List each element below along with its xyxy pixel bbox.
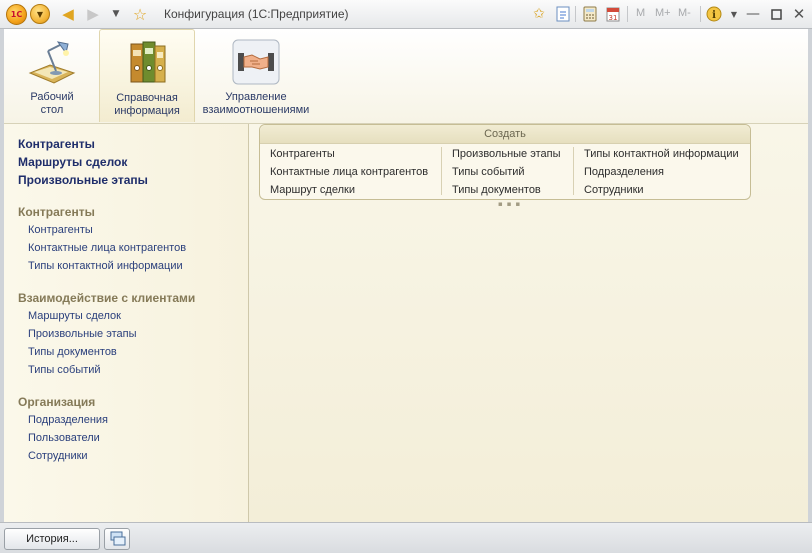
create-panel-resize-handle[interactable]: ▪▪▪: [498, 200, 524, 208]
calculator-icon[interactable]: [580, 4, 600, 24]
create-panel-title: Создать: [260, 125, 750, 144]
nav-pinned-counterparties[interactable]: Контрагенты: [18, 137, 95, 151]
nav-pinned-custom-stages[interactable]: Произвольные этапы: [18, 173, 148, 187]
create-panel: Создать Контрагенты Контактные лица конт…: [259, 124, 751, 200]
window-title: Конфигурация (1С:Предприятие): [164, 7, 349, 21]
create-contact-info-type-link[interactable]: Типы контактной информации: [584, 147, 739, 165]
favorites-star-icon[interactable]: ☆: [130, 4, 150, 24]
section-desktop-label-1: Рабочий: [30, 91, 74, 103]
create-column-1: Контрагенты Контактные лица контрагентов…: [270, 147, 428, 201]
calendar-icon[interactable]: 31: [603, 4, 623, 24]
create-event-type-link[interactable]: Типы событий: [452, 165, 561, 183]
create-column-3: Типы контактной информации Подразделения…: [584, 147, 739, 201]
add-favorite-icon[interactable]: ✩: [529, 4, 549, 24]
history-dropdown-icon[interactable]: ▼: [106, 4, 126, 24]
nav-link-contact-persons[interactable]: Контактные лица контрагентов: [28, 242, 186, 254]
forward-arrow-icon[interactable]: ▶: [83, 4, 103, 24]
back-arrow-icon[interactable]: ◀: [58, 4, 78, 24]
nav-link-users[interactable]: Пользователи: [28, 432, 100, 444]
nav-group-counterparties: Контрагенты: [18, 205, 95, 219]
handshake-icon: [230, 37, 282, 87]
nav-group-organization: Организация: [18, 395, 96, 409]
section-relations-label-2: взаимоотношениями: [202, 104, 310, 116]
history-button[interactable]: История...: [4, 528, 100, 550]
memory-m-button[interactable]: M: [636, 7, 645, 19]
create-department-link[interactable]: Подразделения: [584, 165, 739, 183]
section-reference-label-2: информация: [114, 105, 180, 117]
nav-link-document-types[interactable]: Типы документов: [28, 346, 117, 358]
links-icon[interactable]: [553, 4, 573, 24]
nav-link-event-types[interactable]: Типы событий: [28, 364, 101, 376]
desk-lamp-icon: [26, 37, 78, 87]
navigation-panel: Контрагенты Маршруты сделок Произвольные…: [4, 124, 249, 522]
section-desktop[interactable]: Рабочий стол: [10, 29, 94, 121]
nav-link-deal-routes[interactable]: Маршруты сделок: [28, 310, 121, 322]
app-logo-icon[interactable]: 1С: [6, 4, 27, 25]
main-menu-icon[interactable]: ▼: [30, 4, 50, 24]
create-document-type-link[interactable]: Типы документов: [452, 183, 561, 201]
nav-link-contact-info-types[interactable]: Типы контактной информации: [28, 260, 183, 272]
info-dropdown-icon[interactable]: ▼: [724, 4, 744, 24]
section-relations-label-1: Управление: [225, 91, 287, 103]
minimize-icon[interactable]: —: [743, 4, 763, 24]
create-deal-route-link[interactable]: Маршрут сделки: [270, 183, 428, 201]
section-reference-label-1: Справочная: [116, 92, 178, 104]
section-relations[interactable]: Управление взаимоотношениями: [198, 29, 314, 121]
close-icon[interactable]: ✕: [789, 4, 809, 24]
create-counterparty-link[interactable]: Контрагенты: [270, 147, 428, 165]
work-area: Создать Контрагенты Контактные лица конт…: [249, 124, 808, 522]
binders-icon: [121, 38, 173, 88]
section-panel: Рабочий стол Справочная информация Управ…: [4, 29, 808, 124]
svg-text:31: 31: [609, 14, 618, 22]
status-bar: История...: [0, 522, 812, 553]
windows-button[interactable]: [104, 528, 130, 550]
svg-text:i: i: [712, 10, 716, 21]
section-reference[interactable]: Справочная информация: [99, 29, 195, 122]
nav-link-counterparties[interactable]: Контрагенты: [28, 224, 93, 236]
create-column-2: Произвольные этапы Типы событий Типы док…: [452, 147, 561, 201]
info-icon[interactable]: i: [704, 4, 724, 24]
restore-icon[interactable]: [766, 4, 786, 24]
create-employee-link[interactable]: Сотрудники: [584, 183, 739, 201]
memory-m-minus-button[interactable]: M-: [678, 7, 691, 19]
nav-link-departments[interactable]: Подразделения: [28, 414, 108, 426]
nav-link-employees[interactable]: Сотрудники: [28, 450, 88, 462]
nav-link-custom-stages[interactable]: Произвольные этапы: [28, 328, 137, 340]
title-bar: 1С ▼ ◀ ▶ ▼ ☆ Конфигурация (1С:Предприяти…: [0, 0, 812, 29]
windows-icon: [110, 531, 126, 546]
memory-m-plus-button[interactable]: M+: [655, 7, 671, 19]
nav-group-client-interaction: Взаимодействие с клиентами: [18, 291, 196, 305]
create-custom-stage-link[interactable]: Произвольные этапы: [452, 147, 561, 165]
section-desktop-label-2: стол: [40, 104, 64, 116]
create-contact-person-link[interactable]: Контактные лица контрагентов: [270, 165, 428, 183]
nav-pinned-deal-routes[interactable]: Маршруты сделок: [18, 155, 127, 169]
